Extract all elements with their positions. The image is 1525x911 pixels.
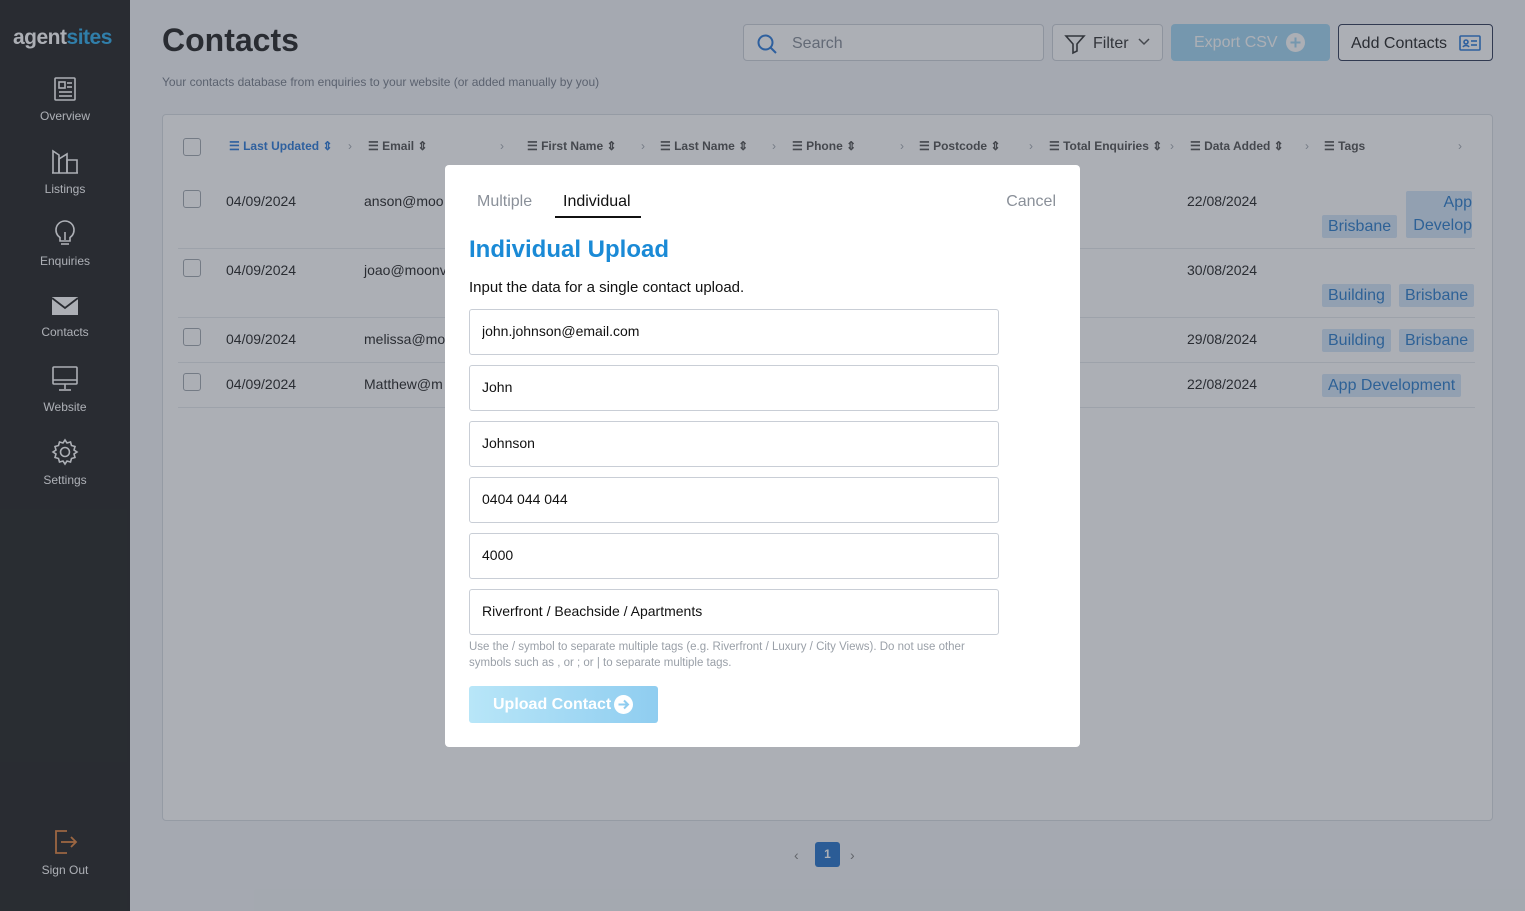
last-name-field[interactable]: [469, 421, 999, 467]
upload-contact-button[interactable]: Upload Contact: [469, 686, 658, 723]
upload-contact-label: Upload Contact: [493, 696, 612, 713]
modal-title: Individual Upload: [469, 236, 670, 263]
first-name-input[interactable]: [482, 379, 982, 395]
last-name-input[interactable]: [482, 435, 982, 451]
tags-field[interactable]: [469, 589, 999, 635]
email-input[interactable]: [482, 323, 982, 339]
first-name-field[interactable]: [469, 365, 999, 411]
tab-individual[interactable]: Individual: [563, 193, 631, 211]
modal-subtitle: Input the data for a single contact uplo…: [469, 279, 745, 296]
phone-field[interactable]: [469, 477, 999, 523]
email-field[interactable]: [469, 309, 999, 355]
phone-input[interactable]: [482, 491, 982, 507]
arrow-right-circle-icon: [614, 695, 633, 714]
tags-hint: Use the / symbol to separate multiple ta…: [469, 641, 965, 669]
cancel-button[interactable]: Cancel: [1006, 193, 1056, 211]
active-tab-indicator: [555, 216, 641, 218]
tab-multiple[interactable]: Multiple: [477, 193, 532, 211]
postcode-field[interactable]: [469, 533, 999, 579]
postcode-input[interactable]: [482, 547, 982, 563]
individual-upload-modal: Multiple Individual Cancel Individual Up…: [445, 165, 1080, 747]
tags-input[interactable]: [482, 603, 982, 619]
